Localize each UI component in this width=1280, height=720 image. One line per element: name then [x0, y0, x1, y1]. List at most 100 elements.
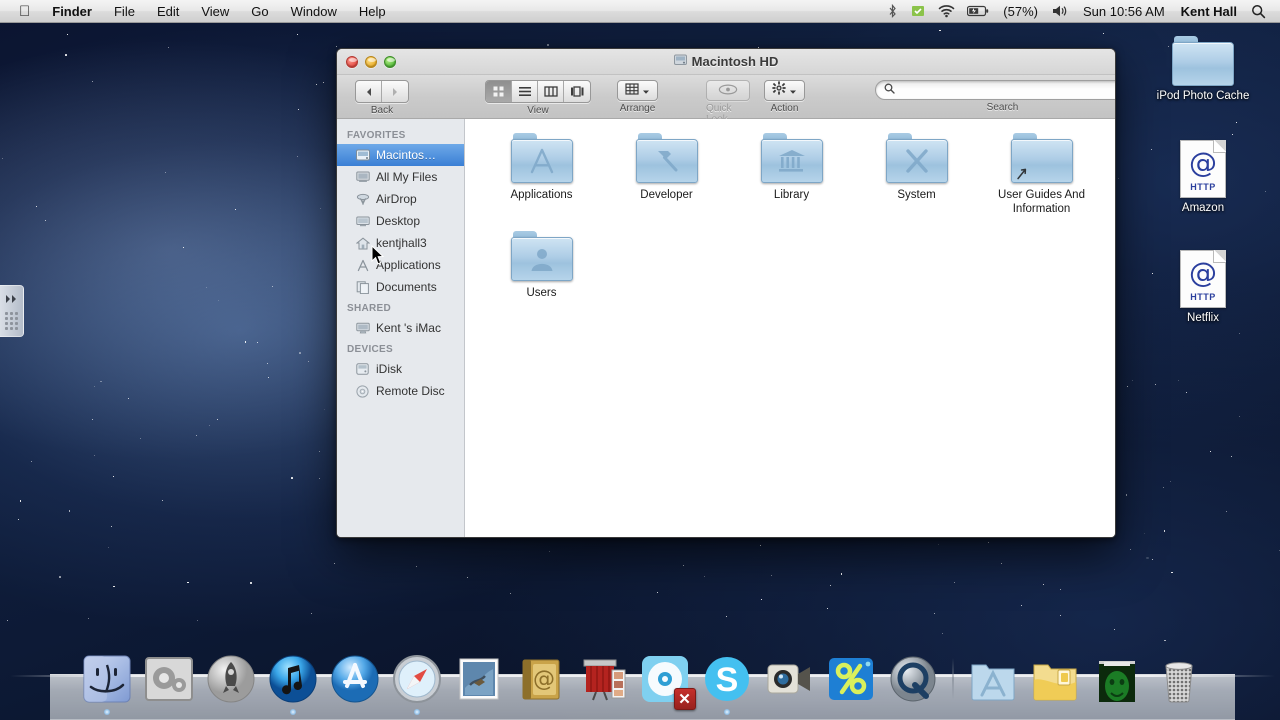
sidebar-item-all-my-files[interactable]: All My Files — [337, 166, 464, 188]
quick-look-button[interactable] — [706, 80, 750, 101]
battery-percent-label[interactable]: (57%) — [995, 0, 1046, 23]
window-title-bar[interactable]: Macintosh HD — [337, 49, 1115, 75]
apple-menu-icon[interactable]:  — [8, 0, 41, 23]
dock-item-mail[interactable] — [452, 652, 506, 706]
menu-item-help[interactable]: Help — [348, 0, 397, 23]
sidebar-item-macintosh-hd[interactable]: Macintos… — [337, 144, 464, 166]
nav-buttons-group: Back — [355, 80, 409, 116]
menu-item-go[interactable]: Go — [240, 0, 279, 23]
finder-icon — [80, 652, 134, 706]
menubar-user-name[interactable]: Kent Hall — [1173, 0, 1245, 23]
dock-pull-tab[interactable] — [0, 285, 24, 337]
finder-toolbar: Back View Arrange Quick Action Search — [337, 75, 1115, 125]
file-item-applications[interactable]: Applications — [479, 133, 604, 217]
dock-stack-documents[interactable] — [1028, 652, 1082, 706]
view-control-group: View — [485, 80, 591, 116]
coverflow-view-button[interactable] — [564, 81, 590, 102]
column-view-button[interactable] — [538, 81, 564, 102]
search-field-label: Search — [986, 102, 1019, 113]
bluetooth-icon[interactable] — [881, 0, 904, 23]
sidebar-item-kents-imac[interactable]: Kent 's iMac — [337, 317, 464, 339]
sidebar-section-devices-header: DEVICES — [347, 344, 394, 355]
action-button[interactable] — [764, 80, 805, 101]
window-title-text: Macintosh HD — [691, 54, 779, 69]
sidebar-item-applications[interactable]: Applications — [337, 254, 464, 276]
dock-stack-applications[interactable] — [966, 652, 1020, 706]
back-forward-control[interactable] — [355, 80, 409, 103]
file-item-library[interactable]: Library — [729, 133, 854, 217]
finder-window[interactable]: Macintosh HD Back View Arrange Quick Act… — [336, 48, 1116, 538]
menu-item-finder[interactable]: Finder — [41, 0, 103, 23]
desktop-icon-ipod-photo-cache[interactable]: iPod Photo Cache — [1143, 36, 1263, 104]
sidebar-item-label: AirDrop — [376, 192, 417, 206]
trash-icon — [1152, 652, 1206, 706]
dock-item-app-store[interactable] — [328, 652, 382, 706]
app-store-icon — [328, 652, 382, 706]
grip-dots-icon — [5, 312, 18, 330]
dock-item-itunes[interactable] — [266, 652, 320, 715]
sidebar-section-favorites-header: FAVORITES — [347, 130, 406, 141]
list-view-button[interactable] — [512, 81, 538, 102]
view-mode-control[interactable] — [485, 80, 591, 103]
battery-icon[interactable] — [961, 0, 995, 23]
zoom-button[interactable] — [384, 55, 396, 68]
dock-item-quicktime[interactable] — [886, 652, 940, 706]
desktop-icon-label: Netflix — [1187, 312, 1219, 324]
close-button[interactable] — [346, 55, 358, 68]
menubar-clock[interactable]: Sun 10:56 AM — [1075, 0, 1173, 23]
search-input[interactable] — [900, 84, 1115, 96]
dock-item-trash[interactable] — [1152, 652, 1206, 706]
menu-item-file[interactable]: File — [103, 0, 146, 23]
dropbox-icon[interactable] — [904, 0, 932, 23]
error-badge[interactable]: ✕ — [673, 688, 696, 710]
icon-view-button[interactable] — [486, 81, 512, 102]
wifi-icon[interactable] — [932, 0, 961, 23]
dock-item-facetime[interactable] — [762, 652, 816, 706]
menu-item-view[interactable]: View — [190, 0, 240, 23]
back-button-label: Back — [370, 105, 394, 116]
quicktime-icon — [886, 652, 940, 706]
person-icon — [512, 238, 572, 280]
search-field[interactable] — [875, 80, 1115, 100]
dock-item-safari[interactable] — [390, 652, 444, 715]
documents-icon — [355, 280, 370, 294]
file-item-users[interactable]: Users — [479, 231, 604, 301]
file-item-user-guides-and-information[interactable]: User Guides And Information — [979, 133, 1104, 217]
minimize-button[interactable] — [365, 55, 377, 68]
running-indicator — [289, 709, 296, 715]
dock-item-system-preferences[interactable] — [142, 652, 196, 706]
forward-button[interactable] — [382, 81, 408, 102]
sidebar-item-airdrop[interactable]: AirDrop — [337, 188, 464, 210]
disc-icon — [355, 384, 370, 398]
safari-icon — [390, 652, 444, 706]
sidebar-item-idisk[interactable]: iDisk — [337, 358, 464, 380]
desktop-icon-amazon[interactable]: @ HTTP Amazon — [1143, 140, 1263, 216]
sidebar-item-remote-disc[interactable]: Remote Disc — [337, 380, 464, 402]
percent-icon — [824, 652, 878, 706]
spotlight-search-icon[interactable] — [1245, 0, 1272, 23]
hammer-icon — [637, 140, 697, 182]
sidebar-item-desktop[interactable]: Desktop — [337, 210, 464, 232]
sidebar-item-documents[interactable]: Documents — [337, 276, 464, 298]
dock-item-address-book[interactable]: @ — [514, 652, 568, 706]
volume-icon[interactable] — [1046, 0, 1075, 23]
itunes-icon — [266, 652, 320, 706]
desktop-icon-netflix[interactable]: @ HTTP Netflix — [1143, 250, 1263, 326]
menu-item-window[interactable]: Window — [280, 0, 348, 23]
dock-item-finder[interactable] — [80, 652, 134, 715]
menu-item-edit[interactable]: Edit — [146, 0, 190, 23]
dock-item-photo-booth[interactable] — [576, 652, 630, 706]
dock-item-launchpad[interactable] — [204, 652, 258, 706]
dock-item-percent-app[interactable] — [824, 652, 878, 706]
sidebar-item-kentjhall3[interactable]: kentjhall3 — [337, 232, 464, 254]
desktop-icon-label: iPod Photo Cache — [1156, 90, 1250, 102]
all-my-files-icon — [355, 170, 370, 184]
dock-item-skype[interactable]: S — [700, 652, 754, 715]
file-item-developer[interactable]: Developer — [604, 133, 729, 217]
dock-item-disc-burner[interactable]: ✕ — [638, 652, 696, 710]
finder-content-area[interactable]: Applications Developer Library System Us… — [465, 119, 1115, 537]
file-item-system[interactable]: System — [854, 133, 979, 217]
back-button[interactable] — [356, 81, 382, 102]
arrange-button[interactable] — [617, 80, 658, 101]
dock-stack-media[interactable] — [1090, 652, 1144, 706]
